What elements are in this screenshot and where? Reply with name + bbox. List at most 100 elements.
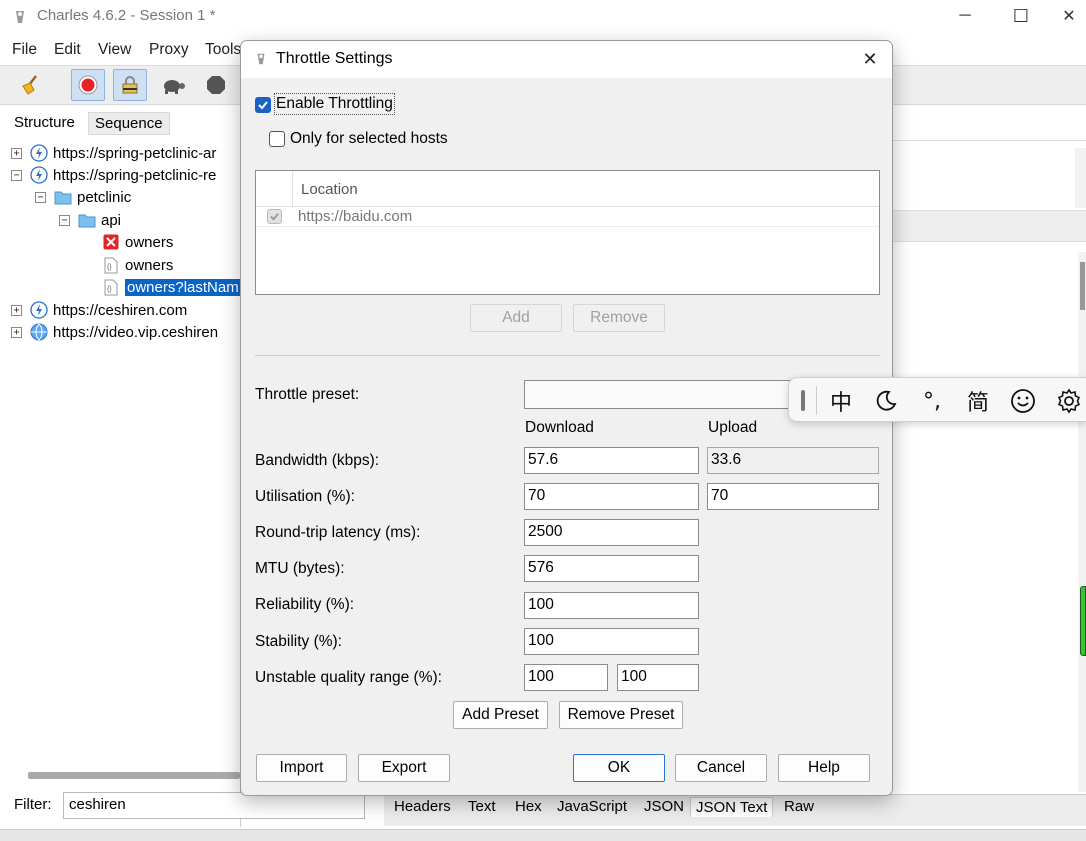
request-tabs-strip [893,210,1086,242]
tree-node-folder[interactable]: − petclinic [35,186,131,208]
utilisation-download-field[interactable]: 70 [524,483,699,510]
response-panel [893,242,1086,792]
window-title: Charles 4.6.2 - Session 1 * [37,7,216,24]
simplified-traditional-toggle[interactable]: 简 [962,385,994,417]
unstable-quality-max-field[interactable]: 100 [617,664,699,691]
menu-file[interactable]: File [12,41,37,59]
tab-headers[interactable]: Headers [389,797,456,816]
stability-field[interactable]: 100 [524,628,699,655]
tree-node-host[interactable]: − https://spring-petclinic-re [11,164,216,186]
json-file-icon: {} [102,256,120,274]
mtu-field[interactable]: 576 [524,555,699,582]
ssl-proxying-button[interactable] [113,69,147,101]
add-host-button[interactable]: Add [470,304,562,332]
structure-panel: Structure Sequence + https://spring-petc… [4,107,241,827]
upload-column-label: Upload [708,419,758,436]
record-button[interactable] [71,69,105,101]
bandwidth-download-field[interactable]: 57.6 [524,447,699,474]
minimize-button[interactable]: ─ [942,0,988,32]
remove-host-button[interactable]: Remove [573,304,665,332]
tab-structure[interactable]: Structure [8,112,81,133]
add-preset-button[interactable]: Add Preset [453,701,548,729]
status-bar [0,829,1086,841]
window-close-button[interactable]: ✕ [1046,0,1086,32]
latency-label: Round-trip latency (ms): [255,524,421,541]
enable-throttling-label[interactable]: Enable Throttling [274,93,395,115]
expand-toggle[interactable]: + [11,326,22,338]
breakpoints-button[interactable] [199,69,233,101]
menu-edit[interactable]: Edit [54,41,81,59]
collapse-toggle[interactable]: − [11,169,22,181]
menu-view[interactable]: View [98,41,131,59]
host-enabled-checkbox[interactable] [267,209,282,224]
tab-text[interactable]: Text [463,797,501,816]
ime-settings-button[interactable] [1053,385,1085,417]
svg-text:{}: {} [107,286,112,293]
enable-throttling-checkbox[interactable] [255,97,271,113]
dialog-close-button[interactable]: ✕ [856,46,884,72]
throttle-button[interactable] [156,69,190,101]
throttle-preset-select[interactable] [524,380,824,409]
ssl-proxy-icon [122,76,138,94]
tree-node-request[interactable]: {} owners [102,254,173,276]
clear-session-button[interactable] [13,69,47,101]
latency-field[interactable]: 2500 [524,519,699,546]
utilisation-label: Utilisation (%): [255,488,355,505]
tab-hex[interactable]: Hex [510,797,547,816]
utilisation-upload-field[interactable]: 70 [707,483,879,510]
expand-toggle[interactable]: + [11,304,22,316]
checkmark-icon [258,101,268,110]
tab-json[interactable]: JSON [639,797,689,816]
export-button[interactable]: Export [358,754,450,782]
moon-icon [876,390,897,411]
vertical-scrollbar[interactable] [1078,252,1086,792]
mtu-label: MTU (bytes): [255,560,345,577]
menu-tools[interactable]: Tools [205,41,241,59]
charles-app-icon [16,11,24,23]
column-header-location[interactable]: Location [301,181,358,198]
throttle-turtle-icon [164,80,185,94]
collapse-toggle[interactable]: − [35,191,46,203]
ime-toolbar: 中 °, 简 [788,377,1086,422]
half-full-width-toggle[interactable] [870,385,902,417]
tree-node-folder[interactable]: − api [59,209,121,231]
tree-node-request-selected[interactable]: {} owners?lastNam [102,276,241,298]
emoji-button[interactable] [1007,385,1039,417]
tree-node-host[interactable]: + https://video.vip.ceshiren [11,321,218,343]
floating-widget-edge[interactable] [1080,586,1086,656]
import-button[interactable]: Import [256,754,347,782]
horizontal-scrollbar[interactable] [28,772,240,779]
maximize-button[interactable]: ☐ [998,0,1044,32]
collapse-toggle[interactable]: − [59,214,70,226]
tab-json-text[interactable]: JSON Text [690,797,774,817]
tab-sequence[interactable]: Sequence [88,112,170,135]
menu-proxy[interactable]: Proxy [149,41,189,59]
tree-node-host[interactable]: + https://spring-petclinic-ar [11,142,216,164]
only-selected-hosts-checkbox[interactable] [269,131,285,147]
table-row[interactable]: https://baidu.com [256,207,879,227]
vertical-scrollbar[interactable] [1075,148,1086,208]
punctuation-toggle[interactable]: °, [916,385,948,417]
scrollbar-thumb[interactable] [1080,262,1085,310]
remove-preset-button[interactable]: Remove Preset [559,701,683,729]
chinese-mode-toggle[interactable]: 中 [825,385,857,417]
reliability-field[interactable]: 100 [524,592,699,619]
tab-javascript[interactable]: JavaScript [552,797,632,816]
expand-toggle[interactable]: + [11,147,22,159]
only-selected-hosts-label[interactable]: Only for selected hosts [290,130,448,148]
tree-node-label: api [101,211,122,229]
filter-input[interactable]: ceshiren [63,792,365,819]
tree-node-host[interactable]: + https://ceshiren.com [11,299,187,321]
tab-raw[interactable]: Raw [779,797,819,816]
tree-node-request[interactable]: owners [102,231,173,253]
ok-button[interactable]: OK [573,754,665,782]
lightning-globe-icon [30,144,48,162]
cancel-button[interactable]: Cancel [675,754,767,782]
tree-node-label: owners [125,256,174,274]
bandwidth-upload-field[interactable]: 33.6 [707,447,879,474]
hosts-table[interactable]: Location https://baidu.com [255,170,880,295]
error-x-icon [102,233,120,251]
drag-handle[interactable] [801,390,805,411]
help-button[interactable]: Help [778,754,870,782]
unstable-quality-min-field[interactable]: 100 [524,664,608,691]
